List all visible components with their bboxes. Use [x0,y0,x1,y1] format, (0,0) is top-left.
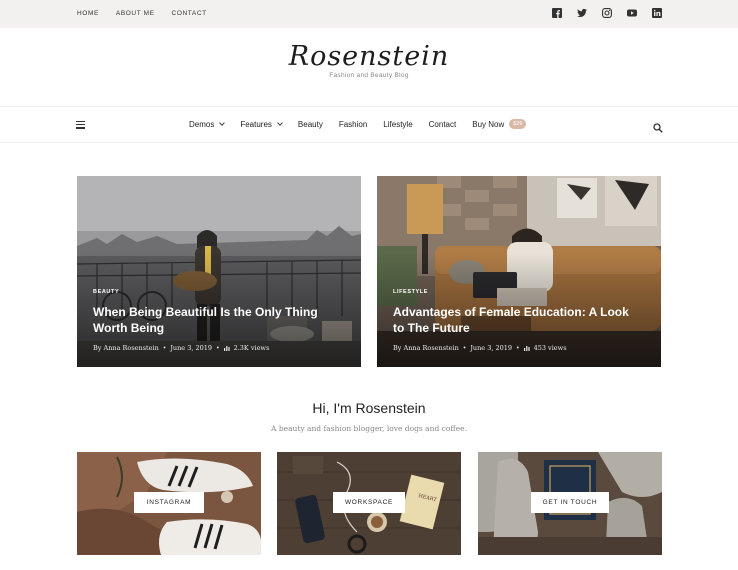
meta-separator: • [516,344,520,352]
post-author[interactable]: By Anna Rosenstein [393,344,459,352]
menu-item-contact[interactable]: Contact [429,120,457,129]
menu-item-beauty[interactable]: Beauty [298,120,323,129]
intro-title: Hi, I'm Rosenstein [312,400,426,416]
post-meta: By Anna Rosenstein • June 3, 2019 • 453 … [393,344,643,352]
facebook-icon[interactable] [552,8,562,18]
chevron-down-icon [219,119,226,126]
meta-separator: • [162,344,167,352]
featured-post-text: BEAUTY When Being Beautiful Is the Only … [93,289,343,352]
logo-tagline: Fashion and Beauty Blog [329,72,409,79]
menu-item-label: Buy Now [472,119,505,129]
main-nav: Demos Features Beauty Fashion Lifestyle … [0,106,738,143]
views-icon [523,346,530,351]
get-in-touch-button[interactable]: GET IN TOUCH [531,492,609,513]
linkedin-icon[interactable] [652,8,662,18]
main-menu: Demos Features Beauty Fashion Lifestyle … [189,119,527,129]
meta-separator: • [462,344,467,352]
featured-post-card[interactable]: LIFESTYLE Advantages of Female Education… [377,176,661,367]
intro-subtitle: A beauty and fashion blogger, love dogs … [271,424,467,433]
post-title[interactable]: When Being Beautiful Is the Only Thing W… [93,304,343,336]
post-meta: By Anna Rosenstein • June 3, 2019 • 2.3K… [93,344,343,352]
workspace-tile[interactable]: HEART WORKSPACE [277,452,461,555]
post-category[interactable]: BEAUTY [93,289,343,295]
menu-item-label: Demos [189,119,215,129]
site-logo[interactable]: Rosenstein Fashion and Beauty Blog [0,41,738,80]
top-nav: HOME ABOUT ME CONTACT [77,10,207,17]
post-views: 2.3K views [233,344,270,352]
post-category[interactable]: LIFESTYLE [393,289,643,295]
logo-title: Rosenstein [288,41,450,72]
menu-item-fashion[interactable]: Fashion [339,120,367,129]
top-nav-about[interactable]: ABOUT ME [116,10,155,17]
hamburger-menu-icon[interactable] [76,121,85,129]
top-bar: HOME ABOUT ME CONTACT [0,0,738,28]
chevron-down-icon [277,119,283,126]
get-in-touch-tile[interactable]: GET IN TOUCH [478,452,662,555]
post-title[interactable]: Advantages of Female Education: A Look t… [393,304,643,336]
top-nav-contact[interactable]: CONTACT [172,10,207,17]
top-nav-home[interactable]: HOME [77,10,99,17]
post-date: June 3, 2019 [170,344,213,352]
search-icon[interactable] [653,120,663,133]
social-links [552,8,662,18]
post-views: 453 views [533,344,567,352]
instagram-button[interactable]: INSTAGRAM [134,492,204,513]
post-date: June 3, 2019 [470,344,513,352]
instagram-icon[interactable] [602,8,612,18]
post-author[interactable]: By Anna Rosenstein [93,344,159,352]
price-badge: $29 [509,119,527,129]
menu-item-demos[interactable]: Demos [189,119,226,129]
instagram-tile[interactable]: INSTAGRAM [77,452,261,555]
menu-item-buy-now[interactable]: Buy Now $29 [472,119,527,129]
menu-item-lifestyle[interactable]: Lifestyle [383,120,412,129]
twitter-icon[interactable] [577,8,587,18]
featured-post-text: LIFESTYLE Advantages of Female Education… [393,289,643,352]
menu-item-label: Features [240,119,272,129]
youtube-icon[interactable] [627,8,637,18]
meta-separator: • [216,344,220,352]
menu-item-features[interactable]: Features [240,119,283,129]
featured-post-card[interactable]: BEAUTY When Being Beautiful Is the Only … [77,176,361,367]
views-icon [223,346,230,351]
workspace-button[interactable]: WORKSPACE [333,492,405,513]
